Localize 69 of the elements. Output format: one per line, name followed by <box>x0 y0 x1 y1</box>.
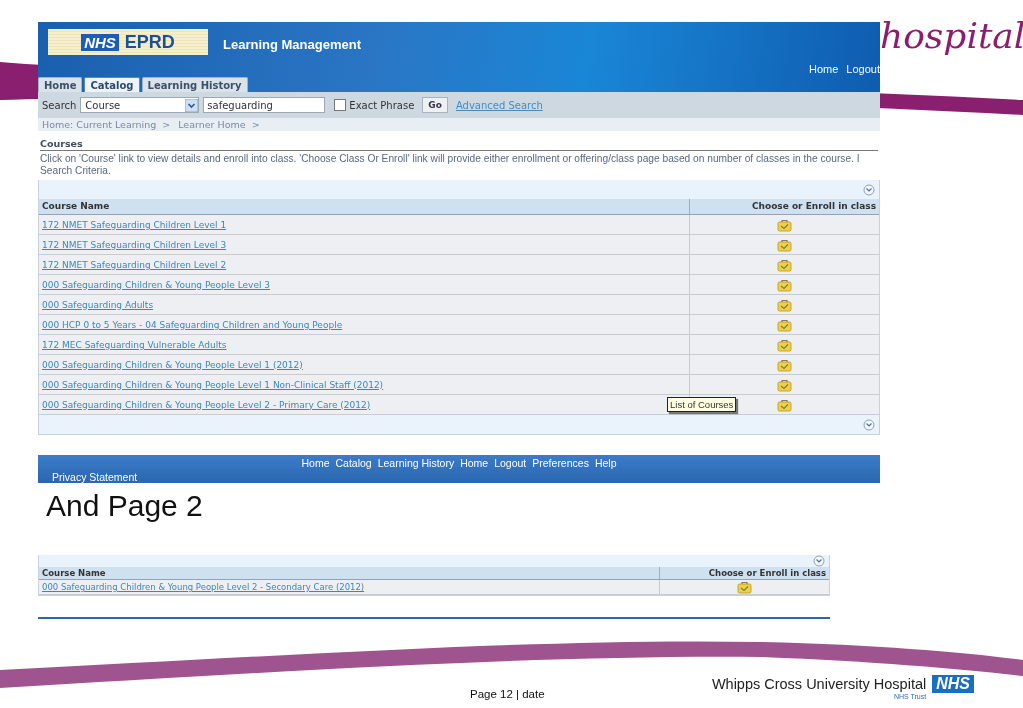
enroll-button[interactable] <box>777 297 792 312</box>
organisation-name: Whipps Cross University Hospital <box>711 676 927 692</box>
logo-name: EPRD <box>124 31 175 53</box>
enroll-button[interactable] <box>737 580 752 594</box>
course-link[interactable]: 000 Safeguarding Adults <box>42 299 154 310</box>
enroll-button[interactable] <box>777 397 792 412</box>
briefcase-icon <box>777 337 792 352</box>
section-heading: Courses <box>40 138 878 151</box>
enroll-button[interactable] <box>777 357 792 372</box>
course-link[interactable]: 172 NMET Safeguarding Children Level 3 <box>42 239 227 250</box>
tab[interactable]: Catalog <box>84 77 140 92</box>
brand-script: hospital <box>880 14 1023 58</box>
footer-link[interactable]: Logout <box>494 457 527 469</box>
checkbox-label: Exact Phrase <box>349 99 415 111</box>
course-link[interactable]: 172 MEC Safeguarding Vulnerable Adults <box>42 339 227 350</box>
page-number: Page 12 | date <box>470 688 545 700</box>
briefcase-icon <box>777 357 792 372</box>
course-link[interactable]: 000 Safeguarding Children & Young People Level 3 <box>42 279 271 290</box>
briefcase-icon <box>777 317 792 332</box>
column-header: Course Name <box>41 567 107 579</box>
briefcase-icon <box>777 237 792 252</box>
course-link[interactable]: 000 Safeguarding Children & Young People Level 1 (2012) <box>42 359 303 370</box>
tooltip: List of Courses <box>667 397 737 412</box>
enroll-button[interactable] <box>777 257 792 272</box>
briefcase-icon <box>777 397 792 412</box>
footer-link[interactable]: Catalog <box>335 457 372 469</box>
briefcase-icon <box>777 297 792 312</box>
footer-link[interactable]: Preferences <box>532 457 589 469</box>
search-field[interactable]: safeguarding <box>203 97 326 113</box>
enroll-button[interactable] <box>777 277 792 292</box>
checkbox[interactable] <box>334 99 347 111</box>
dropdown-arrow-icon <box>185 98 199 112</box>
briefcase-icon <box>777 257 792 272</box>
type-dropdown[interactable]: Course <box>80 97 200 113</box>
course-link[interactable]: 172 NMET Safeguarding Children Level 1 <box>42 219 227 230</box>
course-link[interactable]: 000 Safeguarding Children & Young People Level 2 - Primary Care (2012) <box>42 399 371 410</box>
privacy-link[interactable]: Privacy Statement <box>52 471 138 483</box>
footer-link[interactable]: Learning History <box>377 457 455 469</box>
header-link[interactable]: Logout <box>846 63 880 75</box>
column-header: Choose or Enroll in class <box>659 567 829 579</box>
tab[interactable]: Learning History <box>141 77 248 92</box>
course-link[interactable]: 172 NMET Safeguarding Children Level 2 <box>42 259 227 270</box>
go-button[interactable]: Go <box>422 97 448 113</box>
course-link[interactable]: 000 HCP 0 to 5 Years - 04 Safeguarding Children and Young People <box>42 319 343 330</box>
column-header: Course Name <box>41 200 111 213</box>
footer-link[interactable]: Home <box>301 457 330 469</box>
instructions-text: Click on 'Course' link to view details and enroll into class. 'Choose Class Or Enroll' link will provide either enrollment or offering/class page based on number of classes in the course. I Search Criteria. <box>40 153 861 177</box>
enroll-button[interactable] <box>777 317 792 332</box>
app-title: Learning Management <box>223 37 361 52</box>
advanced-search-link[interactable]: Advanced Search <box>455 99 543 111</box>
enroll-button[interactable] <box>777 337 792 352</box>
enroll-button[interactable] <box>777 237 792 252</box>
briefcase-icon <box>777 217 792 232</box>
briefcase-icon <box>777 377 792 392</box>
enroll-button[interactable] <box>777 217 792 232</box>
breadcrumb-link[interactable]: Home: Current Learning > <box>42 118 171 131</box>
briefcase-icon <box>777 277 792 292</box>
nhs-logo: NHS <box>932 675 974 693</box>
footer-link[interactable]: Home <box>460 457 489 469</box>
logo-badge: NHS <box>81 33 119 51</box>
slide-heading: And Page 2 <box>46 488 204 524</box>
enroll-button[interactable] <box>777 377 792 392</box>
search-label: Search <box>42 99 77 111</box>
briefcase-icon <box>737 580 752 594</box>
tab[interactable]: Home <box>38 77 83 92</box>
breadcrumb-link[interactable]: Learner Home > <box>178 118 260 131</box>
footer-link[interactable]: Help <box>594 457 617 469</box>
column-header: Choose or Enroll in class <box>689 199 879 214</box>
header-link[interactable]: Home <box>809 63 839 75</box>
